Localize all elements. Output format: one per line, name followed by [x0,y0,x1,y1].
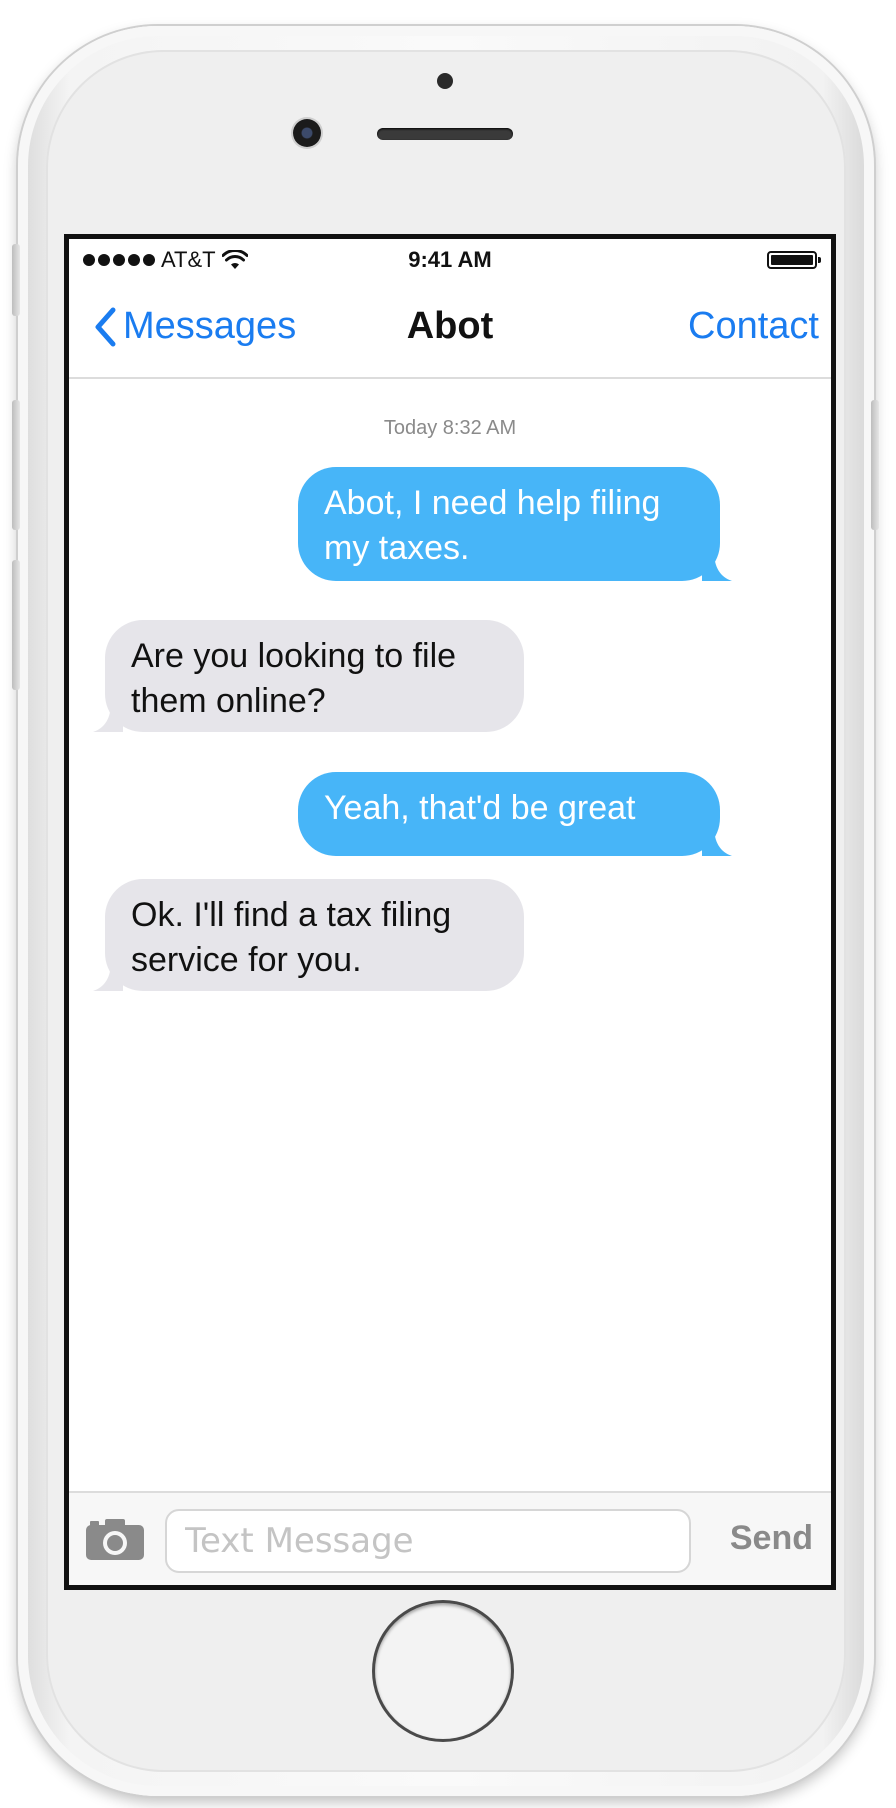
bubble-tail [93,702,123,732]
message-composer: Send [69,1491,831,1585]
message-bubble-sent[interactable]: Abot, I need help filing my taxes. [298,467,732,581]
home-button[interactable] [375,1603,511,1739]
contact-button[interactable]: Contact [688,305,819,348]
bubble-tail [702,826,732,856]
send-button[interactable]: Send [730,1519,813,1558]
message-text: Ok. I'll find a tax filing service for y… [131,896,452,979]
bubble-tail [93,961,123,991]
message-bubble-received[interactable]: Ok. I'll find a tax filing service for y… [93,879,524,991]
navigation-bar: Messages Abot Contact [69,281,831,379]
message-text: Yeah, that'd be great [324,789,636,827]
volume-down-button [12,560,20,690]
proximity-sensor [437,73,453,89]
conversation-timestamp: Today 8:32 AM [383,417,517,439]
ringer-switch [12,244,20,316]
front-camera [293,119,321,147]
power-button [871,400,879,530]
message-input[interactable] [165,1509,691,1573]
status-bar: AT&T 9:41 AM [69,239,831,281]
screen: AT&T 9:41 AM Messages Abot Contact Today… [64,234,836,1590]
status-time: 9:41 AM [408,247,492,272]
message-bubble-sent[interactable]: Yeah, that'd be great [298,772,732,856]
volume-up-button [12,400,20,530]
message-text: Are you looking to file them online? [131,637,457,720]
message-text: Abot, I need help filing my taxes. [324,484,661,567]
camera-icon[interactable] [85,1517,145,1566]
battery-icon [767,251,821,269]
message-bubble-received[interactable]: Are you looking to file them online? [93,620,524,732]
bubble-tail [702,551,732,581]
earpiece-speaker [377,128,513,140]
